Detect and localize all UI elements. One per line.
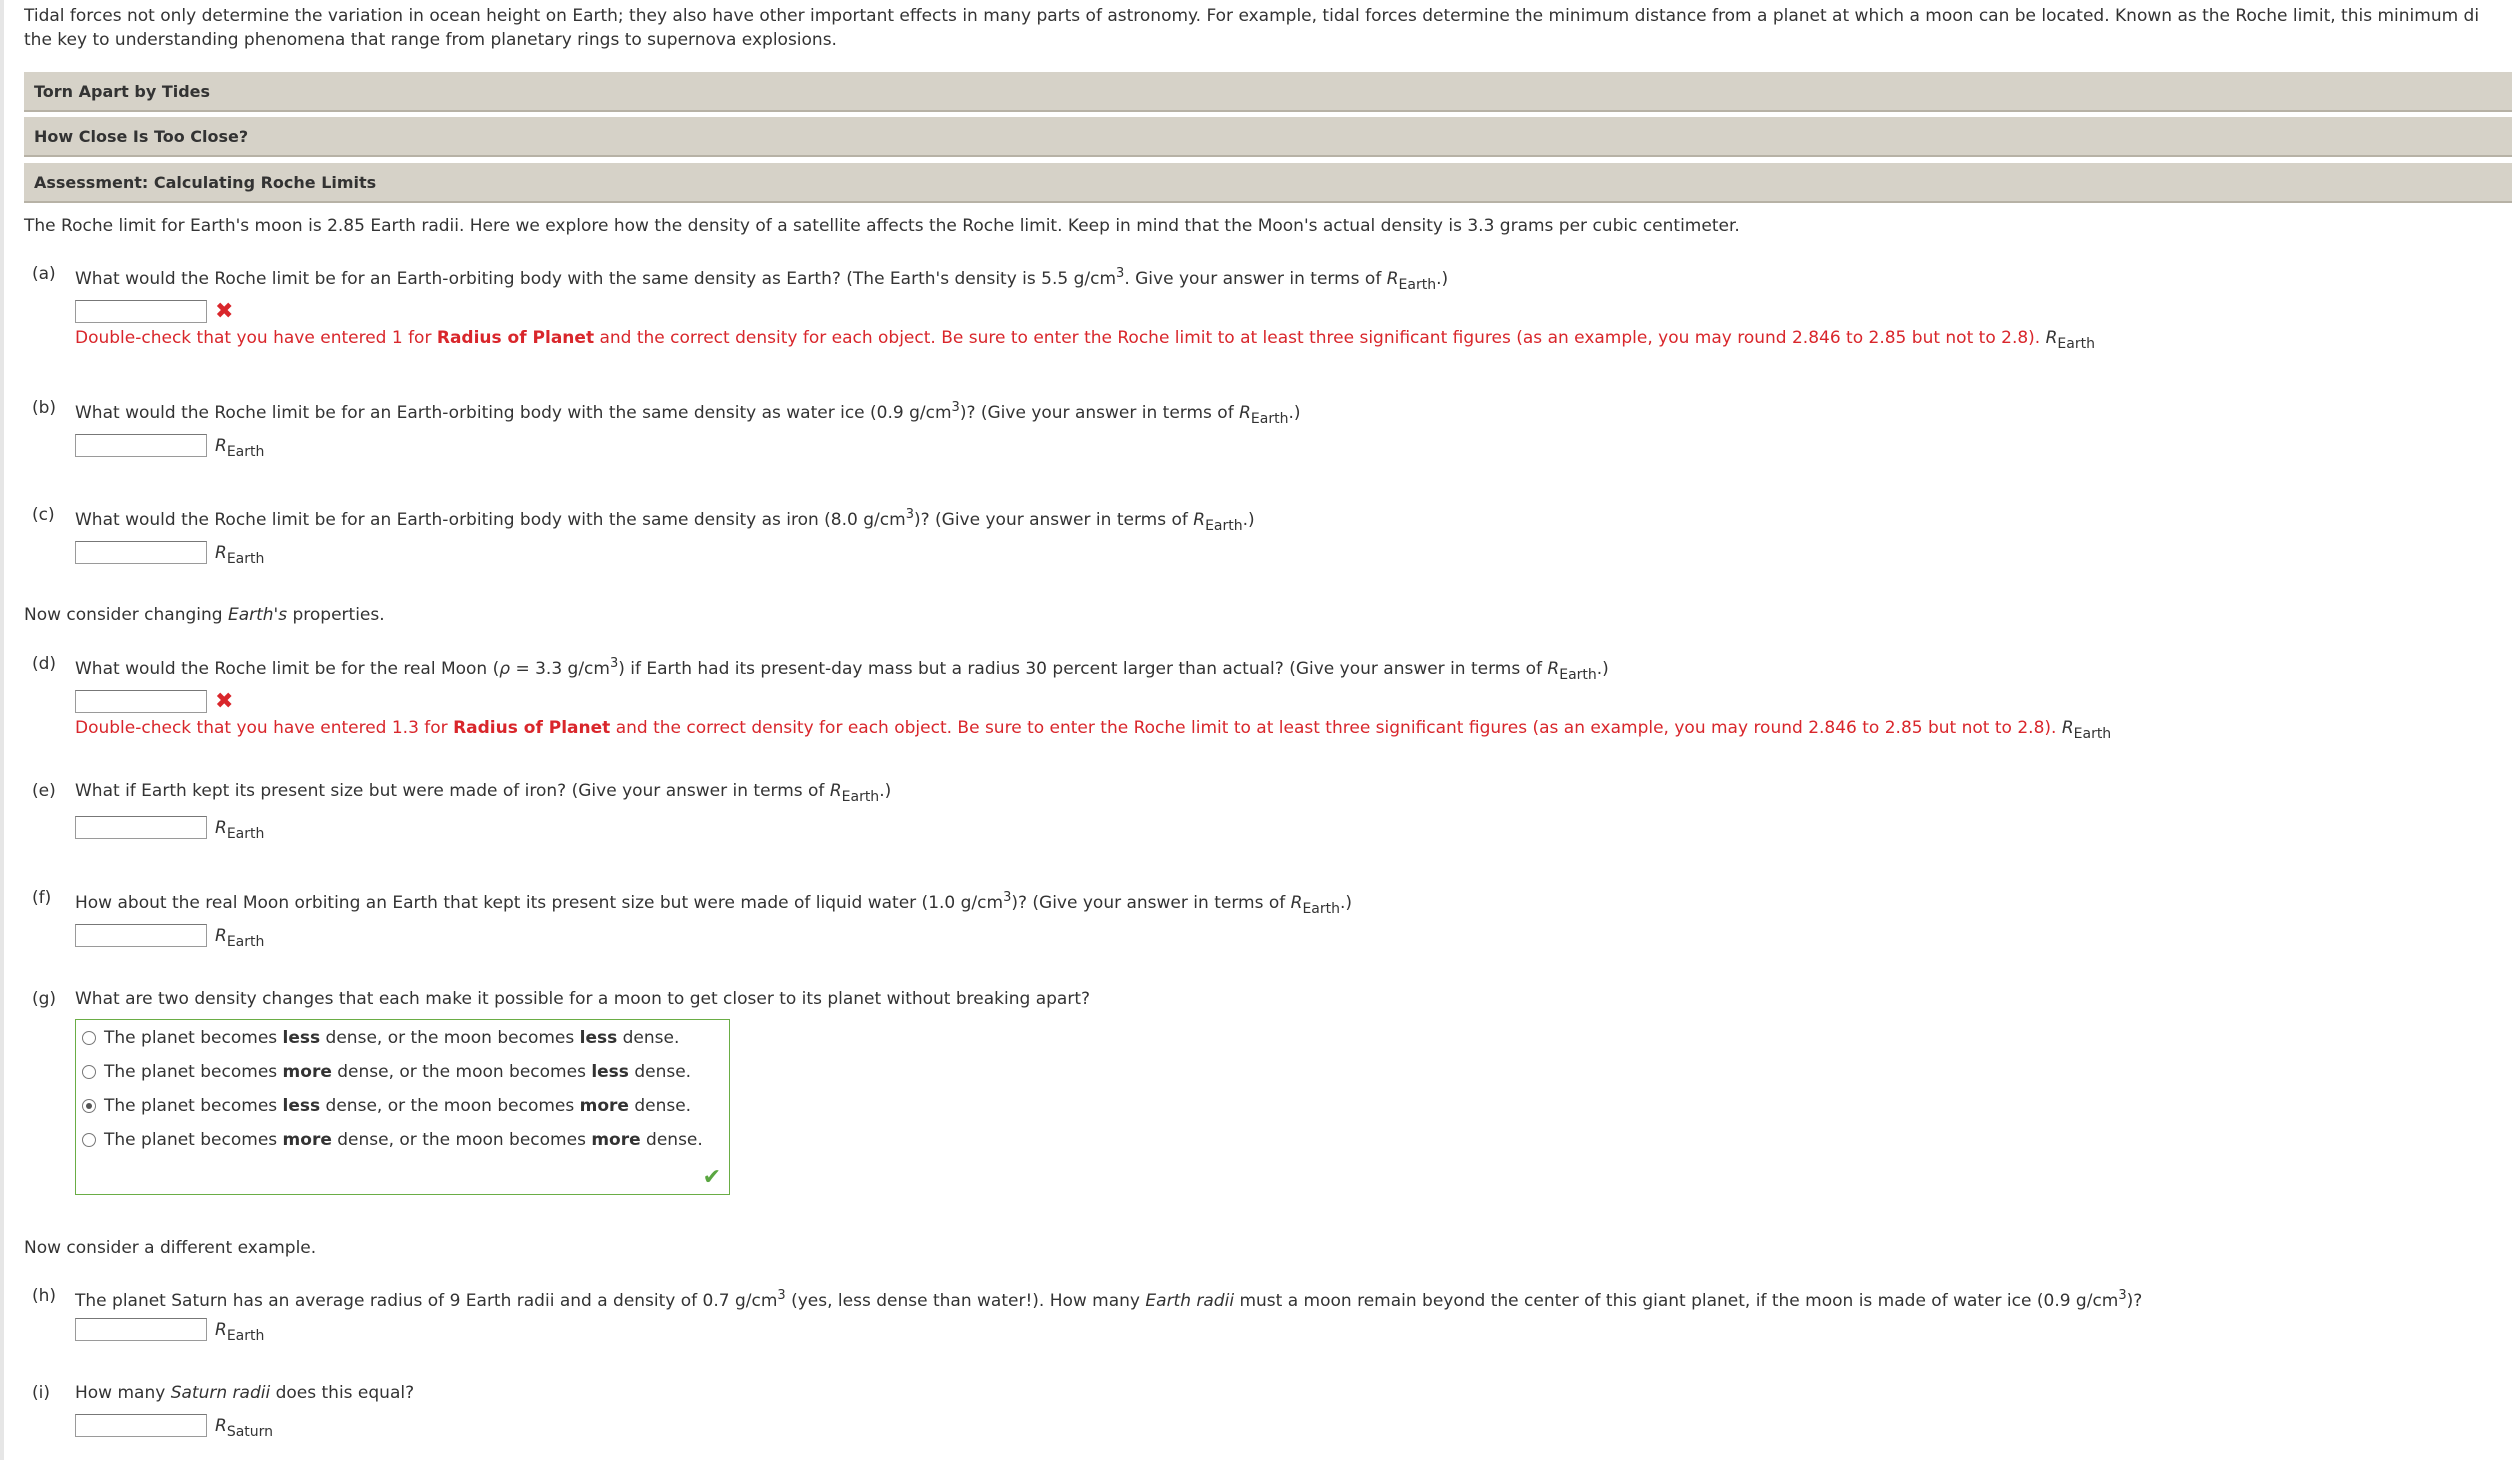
- unit-label-c: REarth: [215, 543, 265, 567]
- question-f-label: (f): [32, 888, 52, 908]
- answer-input-b[interactable]: [75, 434, 207, 457]
- feedback-d: Double-check that you have entered 1.3 f…: [75, 718, 2112, 742]
- question-a-text: What would the Roche limit be for an Ear…: [75, 266, 1449, 293]
- unit-label-i: RSaturn: [215, 1416, 274, 1440]
- section-bar-assessment[interactable]: Assessment: Calculating Roche Limits: [24, 163, 2512, 203]
- answer-input-c[interactable]: [75, 541, 207, 564]
- unit-label-h: REarth: [215, 1320, 265, 1344]
- unit-label-e: REarth: [215, 818, 265, 842]
- intro-line-1: Tidal forces not only determine the vari…: [24, 6, 2480, 26]
- feedback-a: Double-check that you have entered 1 for…: [75, 328, 2095, 352]
- multiple-choice-box: The planet becomes less dense, or the mo…: [75, 1019, 730, 1195]
- incorrect-x-icon: ✖: [215, 689, 234, 714]
- unit-label-b: REarth: [215, 436, 265, 460]
- question-a-label: (a): [32, 264, 56, 284]
- question-f-text: How about the real Moon orbiting an Eart…: [75, 890, 1353, 917]
- answer-input-h[interactable]: [75, 1318, 207, 1341]
- question-d-text: What would the Roche limit be for the re…: [75, 656, 1609, 683]
- unit-label-f: REarth: [215, 926, 265, 950]
- section-bar-how-close[interactable]: How Close Is Too Close?: [24, 117, 2512, 157]
- question-h-text: The planet Saturn has an average radius …: [75, 1288, 2143, 1311]
- answer-input-e[interactable]: [75, 816, 207, 839]
- answer-input-f[interactable]: [75, 924, 207, 947]
- transition-text-1: Now consider changing Earth's properties…: [24, 605, 385, 625]
- page: Tidal forces not only determine the vari…: [0, 0, 2512, 1460]
- radio-button[interactable]: [82, 1133, 96, 1147]
- preamble-text: The Roche limit for Earth's moon is 2.85…: [24, 216, 1740, 236]
- intro-line-2: the key to understanding phenomena that …: [24, 30, 837, 50]
- option-1[interactable]: The planet becomes less dense, or the mo…: [82, 1026, 679, 1050]
- answer-input-i[interactable]: [75, 1414, 207, 1437]
- question-c-text: What would the Roche limit be for an Ear…: [75, 507, 1255, 534]
- question-e-label: (e): [32, 781, 56, 801]
- answer-input-a[interactable]: [75, 300, 207, 323]
- question-e-text: What if Earth kept its present size but …: [75, 781, 892, 805]
- radio-button[interactable]: [82, 1099, 96, 1113]
- radio-button[interactable]: [82, 1031, 96, 1045]
- option-2[interactable]: The planet becomes more dense, or the mo…: [82, 1060, 691, 1084]
- correct-check-icon: ✔: [702, 1165, 721, 1190]
- question-h-label: (h): [32, 1286, 57, 1306]
- question-g-text: What are two density changes that each m…: [75, 989, 1091, 1009]
- answer-input-d[interactable]: [75, 690, 207, 713]
- question-d-label: (d): [32, 654, 57, 674]
- option-3[interactable]: The planet becomes less dense, or the mo…: [82, 1094, 691, 1118]
- question-i-label: (i): [32, 1383, 50, 1403]
- incorrect-x-icon: ✖: [215, 299, 234, 324]
- section-bar-torn-apart[interactable]: Torn Apart by Tides: [24, 72, 2512, 112]
- question-c-label: (c): [32, 505, 55, 525]
- transition-text-2: Now consider a different example.: [24, 1238, 317, 1258]
- intro-paragraph: Tidal forces not only determine the vari…: [24, 4, 2504, 52]
- left-border: [0, 0, 4, 1460]
- question-g-label: (g): [32, 989, 57, 1009]
- question-b-text: What would the Roche limit be for an Ear…: [75, 400, 1301, 427]
- option-4[interactable]: The planet becomes more dense, or the mo…: [82, 1128, 703, 1152]
- question-i-text: How many Saturn radii does this equal?: [75, 1383, 415, 1403]
- question-b-label: (b): [32, 398, 57, 418]
- radio-button[interactable]: [82, 1065, 96, 1079]
